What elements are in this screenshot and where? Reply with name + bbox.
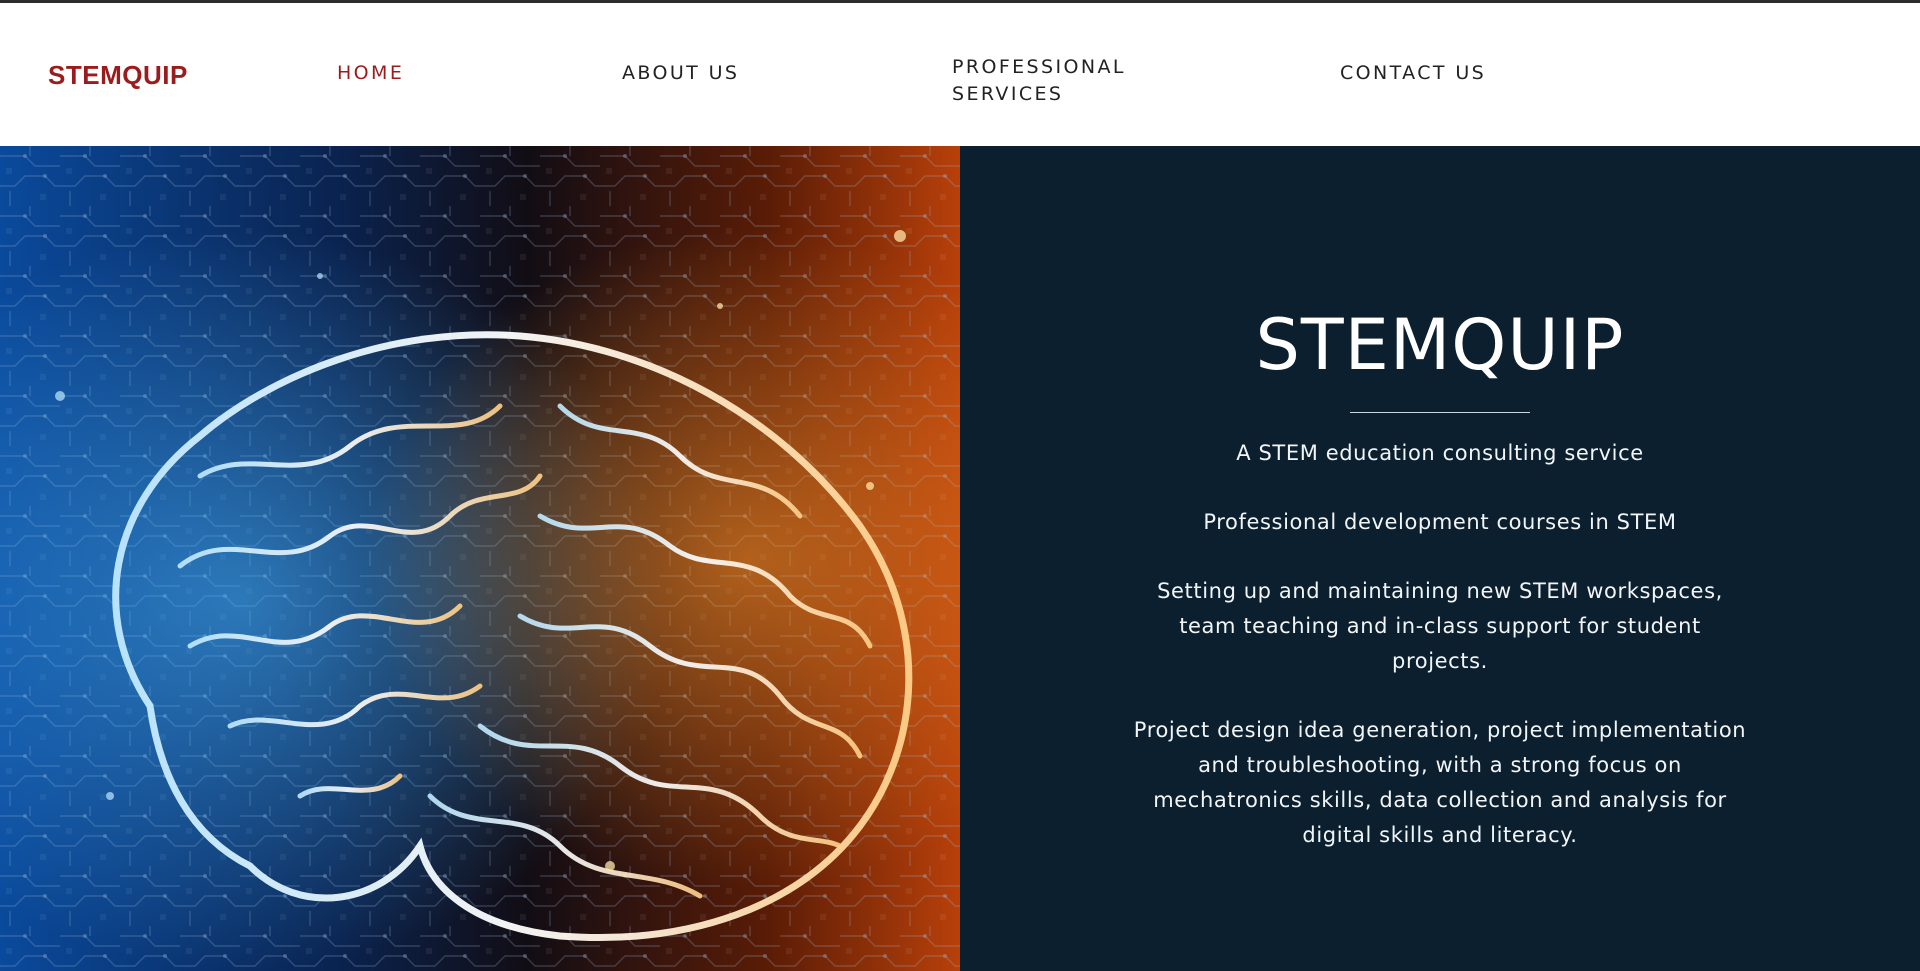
service-line-courses: Professional development courses in STEM (1203, 510, 1677, 534)
service-line-projects: Project design idea generation, project … (1133, 718, 1747, 847)
service-line-workspaces: Setting up and maintaining new STEM work… (1157, 579, 1723, 673)
nav-home[interactable]: HOME (337, 60, 404, 87)
nav-about-us[interactable]: ABOUT US (622, 60, 739, 87)
hero-brain-image (0, 146, 960, 971)
nav-contact-us[interactable]: CONTACT US (1340, 60, 1486, 87)
service-line-consulting: A STEM education consulting service (1236, 441, 1644, 465)
brain-circuit-illustration (0, 146, 960, 971)
hero-description: A STEM education consulting service Prof… (1130, 436, 1750, 887)
site-header: STEMQUIP HOME ABOUT US PROFESSIONAL SERV… (0, 3, 1920, 146)
hero-info-panel: STEMQUIP A STEM education consulting ser… (960, 146, 1920, 971)
site-logo[interactable]: STEMQUIP (48, 60, 188, 91)
title-divider (1350, 412, 1530, 413)
nav-professional-services[interactable]: PROFESSIONAL SERVICES (952, 54, 1172, 108)
hero-title: STEMQUIP (1255, 304, 1625, 386)
